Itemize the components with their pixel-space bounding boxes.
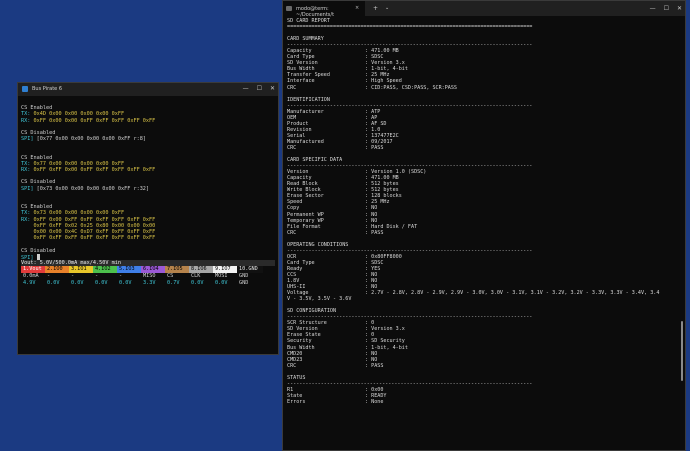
tab-close-icon[interactable]: × [355, 5, 359, 11]
report-text: ========================================… [287, 24, 533, 31]
new-tab-button[interactable]: + [373, 5, 378, 12]
pin-voltage: 0.0V [191, 280, 204, 287]
pin-function: CS [167, 273, 174, 280]
bus-pirate-window[interactable]: Bus Pirate 6 — ☐ ✕ CS Enabled TX: 0x4D 0x… [17, 82, 279, 355]
close-button[interactable]: ✕ [270, 85, 275, 92]
terminal-text: 0xFF 0xFF 0xFF 0xFF 0xFF 0xFF 0xFF 0xFF [33, 235, 156, 242]
pin-label: 9.IO7 [213, 266, 237, 274]
sd-card-report-output[interactable]: SD CARD REPORT ==========================… [287, 18, 675, 448]
minimize-button[interactable]: — [650, 5, 656, 12]
minimize-button[interactable]: — [243, 85, 249, 92]
report-field-label: CRC [287, 144, 297, 151]
terminal-tab[interactable]: modo@term: ~/Documents/t × [283, 1, 365, 18]
left-title-bar[interactable]: Bus Pirate 6 — ☐ ✕ [18, 83, 278, 96]
terminal-text: 0x77 0x00 0x00 0x00 0x00 0xFF [33, 160, 125, 167]
report-field-label: CRC [287, 362, 297, 369]
left-window-title: Bus Pirate 6 [32, 86, 63, 92]
terminal-text: CS Enabled [21, 105, 53, 112]
pin-label: 4.IO2 [93, 266, 117, 274]
terminal-text: RX: [21, 167, 34, 174]
report-field-value: : CID:PASS, CSD:PASS, SCR:PASS [365, 84, 458, 91]
pin-label: 10.GND [237, 266, 263, 274]
right-title-bar[interactable]: modo@term: ~/Documents/t × + ⌄ — ☐ ✕ [283, 1, 685, 18]
report-field-label: CRC [287, 84, 297, 91]
pin-label: 7.IO5 [165, 266, 189, 274]
pin-label: 3.IO1 [69, 266, 93, 274]
pin-function-row: 0.0mA - - - - MISO CS CLK MOSI GND [21, 273, 275, 280]
pin-function: MISO [143, 273, 156, 280]
pin-voltage-row: 4.9V 0.0V 0.0V 0.0V 0.0V 3.3V 0.7V 0.0V 0.0V GND [21, 280, 275, 287]
terminal-text: TX: [21, 160, 34, 167]
right-window-controls: — ☐ ✕ [650, 5, 682, 12]
pin-function: - [47, 273, 51, 280]
tab-dropdown-icon[interactable]: ⌄ [385, 5, 389, 11]
terminal-text: 0x00 0x00 0x4C 0xD7 0xFF 0xFF 0xFF 0xFF [33, 228, 156, 235]
report-text: V - 3.5V, 3.5V - 3.6V [287, 296, 352, 303]
sd-report-terminal-window[interactable]: modo@term: ~/Documents/t × + ⌄ — ☐ ✕ SD … [282, 0, 686, 451]
terminal-tab-icon [286, 6, 292, 11]
pin-function: - [119, 273, 123, 280]
pin-voltage: 0.0V [119, 280, 132, 287]
maximize-button[interactable]: ☐ [664, 5, 669, 12]
terminal-text: SPI] [21, 136, 37, 143]
report-field-value: : PASS [365, 229, 384, 236]
pin-label: 2.IO0 [45, 266, 69, 274]
terminal-text: 0xFF 0x00 0x00 0xFF 0xFF 0xFF 0xFF 0xFF [33, 117, 156, 124]
report-field-value: : PASS [365, 144, 384, 151]
terminal-text: TX: [21, 210, 34, 217]
pin-label-row: 1.Vout 2.IO0 3.IO1 4.IO2 5.IO3 6.IO4 7.IO5 8.IO… [21, 266, 275, 274]
terminal-text: SPI] [21, 185, 37, 192]
pin-voltage: 0.0V [47, 280, 60, 287]
pin-function: - [71, 273, 75, 280]
pin-label: 8.IO6 [189, 266, 213, 274]
terminal-text: 0xFF 0xFF 0x02 0x25 0x80 0x00 0x00 0x00 [33, 222, 156, 229]
maximize-button[interactable]: ☐ [257, 85, 262, 92]
bus-pirate-terminal[interactable]: CS Enabled TX: 0x4D 0x00 0x00 0x00 0x00 0… [21, 99, 275, 352]
pin-voltage: 4.9V [23, 280, 36, 287]
pin-function: GND [239, 273, 249, 280]
terminal-text: CS Disabled [21, 179, 56, 186]
terminal-text: 0x4D 0x00 0x00 0x00 0x00 0xFF [33, 111, 125, 118]
pin-voltage: GND [239, 280, 249, 287]
terminal-text: CS Disabled [21, 247, 56, 254]
terminal-text: RX: [21, 117, 34, 124]
terminal-text: CS Enabled [21, 154, 53, 161]
report-line: Errors : None [287, 399, 675, 405]
left-window-controls: — ☐ ✕ [243, 85, 275, 92]
report-field-value: : 2.7V - 2.8V, 2.8V - 2.9V, 2.9V - 3.0V,… [365, 290, 660, 297]
pin-function: 0.0mA [23, 273, 39, 280]
terminal-app-icon [22, 86, 28, 92]
pin-label: 5.IO3 [117, 266, 141, 274]
terminal-text: 0xFF 0x00 0xFF 0xFF 0xFF 0xFF 0xFF 0xFF [33, 216, 156, 223]
terminal-text: [0x77 0x00 0x00 0x00 0x00 0xFF r:8] [36, 136, 146, 143]
pin-voltage: 0.0V [215, 280, 228, 287]
report-field-value: : PASS [365, 362, 384, 369]
scrollbar-thumb[interactable] [681, 321, 683, 381]
text-cursor [36, 253, 40, 260]
terminal-text: RX: [21, 216, 34, 223]
pin-function: MOSI [215, 273, 228, 280]
pin-function: CLK [191, 273, 201, 280]
pin-label: 6.IO4 [141, 266, 165, 274]
pin-voltage: 3.3V [143, 280, 156, 287]
terminal-text: CS Disabled [21, 129, 56, 136]
report-field-value: : None [365, 398, 384, 405]
pin-voltage: 0.7V [167, 280, 180, 287]
report-field-label: CRC [287, 229, 297, 236]
close-button[interactable]: ✕ [677, 5, 682, 12]
terminal-text: CS Enabled [21, 204, 53, 211]
terminal-text: [0x73 0x00 0x00 0x00 0x00 0xFF r:32] [36, 185, 150, 192]
terminal-text: 0xFF 0xFF 0x00 0xFF 0xFF 0xFF 0xFF 0xFF [33, 167, 156, 174]
pin-voltage: 0.0V [95, 280, 108, 287]
terminal-text: 0x73 0x00 0x00 0x00 0x00 0xFF [33, 210, 125, 217]
pin-function: - [95, 273, 99, 280]
pin-voltage: 0.0V [71, 280, 84, 287]
report-field-label: Errors [287, 398, 306, 405]
terminal-text: TX: [21, 111, 34, 118]
pin-label: 1.Vout [21, 266, 45, 274]
